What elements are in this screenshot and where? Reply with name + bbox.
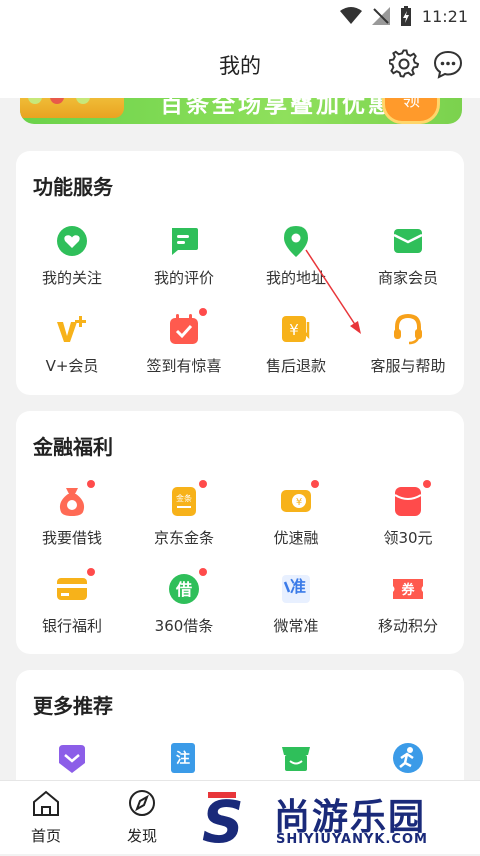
nav-discover[interactable]: 发现 <box>112 789 172 846</box>
annotation-arrow <box>305 249 361 334</box>
nav-label: 首页 <box>30 827 61 845</box>
compass-icon <box>129 790 155 816</box>
watermark-letter: S <box>202 788 244 856</box>
nav-home[interactable]: 首页 <box>16 789 76 846</box>
nav-label: 发现 <box>126 827 157 845</box>
watermark-logo: S 尚游乐园 SHIYIUYANYK.COM <box>196 786 480 856</box>
watermark-subtitle: SHIYIUYANYK.COM <box>276 832 428 847</box>
home-icon <box>33 790 59 816</box>
